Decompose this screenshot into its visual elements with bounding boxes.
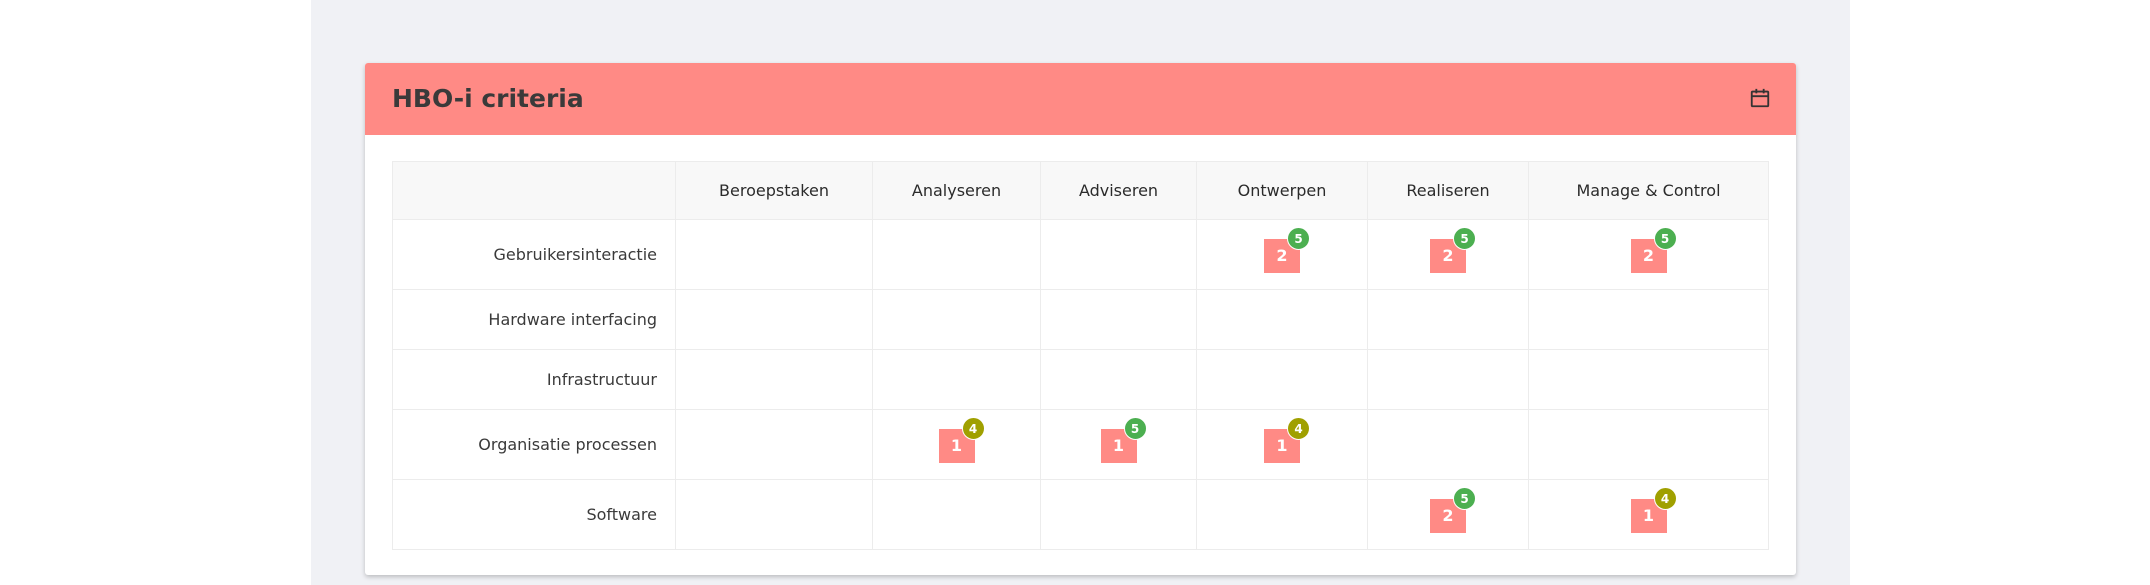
row-label: Hardware interfacing [392,289,676,350]
column-header: Ontwerpen [1196,161,1368,220]
criteria-cell: 25 [1528,219,1769,290]
criteria-cell: 25 [1196,219,1368,290]
criteria-cell [872,349,1041,410]
criteria-cell [1040,349,1197,410]
count-badge: 4 [1653,486,1677,510]
level-indicator[interactable]: 15 [1100,416,1147,463]
column-header: Analyseren [872,161,1041,220]
table-body: Gebruikersinteractie 2 5 2 5 2 5 Hardware inter… [392,219,1769,550]
criteria-cell: 14 [872,409,1041,480]
level-indicator[interactable]: 14 [1630,486,1677,533]
level-value: 1 [1642,505,1655,525]
count-badge: 4 [1287,416,1310,440]
criteria-cell [872,219,1041,290]
criteria-cell [872,289,1041,350]
column-header: Manage & Control [1528,161,1769,220]
criteria-cell [1196,349,1368,410]
row-label: Software [392,479,676,550]
count-badge: 5 [1653,226,1677,250]
criteria-cell [1528,289,1769,350]
table-row: Gebruikersinteractie 2 5 2 5 2 5 [392,219,1769,290]
criteria-cell [1528,409,1769,480]
criteria-cell [1040,479,1197,550]
criteria-cell [675,479,873,550]
table-row: Infrastructuur [392,349,1769,410]
level-indicator[interactable]: 14 [938,416,985,463]
column-header: Beroepstaken [675,161,873,220]
calendar-icon[interactable] [1749,87,1771,109]
criteria-cell [1367,289,1529,350]
level-indicator[interactable]: 25 [1630,226,1677,273]
criteria-cell: 14 [1196,409,1368,480]
table-row: Organisatie processen 1 4 1 5 1 4 [392,409,1769,480]
criteria-cell: 25 [1367,479,1529,550]
level-indicator[interactable]: 25 [1430,226,1476,273]
row-label: Infrastructuur [392,349,676,410]
level-value: 2 [1442,245,1454,265]
level-indicator[interactable]: 25 [1264,226,1310,273]
row-label: Organisatie processen [392,409,676,480]
row-label: Gebruikersinteractie [392,219,676,290]
criteria-cell: 25 [1367,219,1529,290]
criteria-cell [1040,219,1197,290]
card-header: HBO-i criteria [365,63,1796,135]
level-value: 2 [1276,245,1288,265]
criteria-cell [675,349,873,410]
criteria-cell: 14 [1528,479,1769,550]
criteria-table: Beroepstaken Analyseren Adviseren Ontwerpen… [392,161,1769,550]
count-badge: 5 [1123,416,1147,440]
count-badge: 4 [961,416,985,440]
criteria-cell: 15 [1040,409,1197,480]
criteria-cell [675,409,873,480]
criteria-cell [1367,349,1529,410]
level-value: 2 [1642,245,1655,265]
criteria-cell [1367,409,1529,480]
count-badge: 5 [1453,486,1476,510]
count-badge: 5 [1453,226,1476,250]
level-value: 1 [1112,435,1125,455]
criteria-cell [1196,289,1368,350]
level-value: 2 [1442,505,1454,525]
corner-cell [392,161,676,220]
table-row: Software 2 5 1 4 [392,479,1769,550]
hbo-i-criteria-card: HBO-i criteria Beroepstaken Analyseren Adv… [365,63,1796,575]
criteria-cell [1196,479,1368,550]
level-value: 1 [950,435,963,455]
criteria-cell [1528,349,1769,410]
header-row: Beroepstaken Analyseren Adviseren Ontwerpen… [392,161,1769,220]
criteria-cell [872,479,1041,550]
level-value: 1 [1276,435,1288,455]
level-indicator[interactable]: 14 [1264,416,1310,463]
criteria-cell [675,219,873,290]
criteria-cell [675,289,873,350]
criteria-cell [1040,289,1197,350]
column-header: Realiseren [1367,161,1529,220]
table-row: Hardware interfacing [392,289,1769,350]
column-header: Adviseren [1040,161,1197,220]
card-title: HBO-i criteria [392,84,584,113]
count-badge: 5 [1287,226,1310,250]
level-indicator[interactable]: 25 [1430,486,1476,533]
